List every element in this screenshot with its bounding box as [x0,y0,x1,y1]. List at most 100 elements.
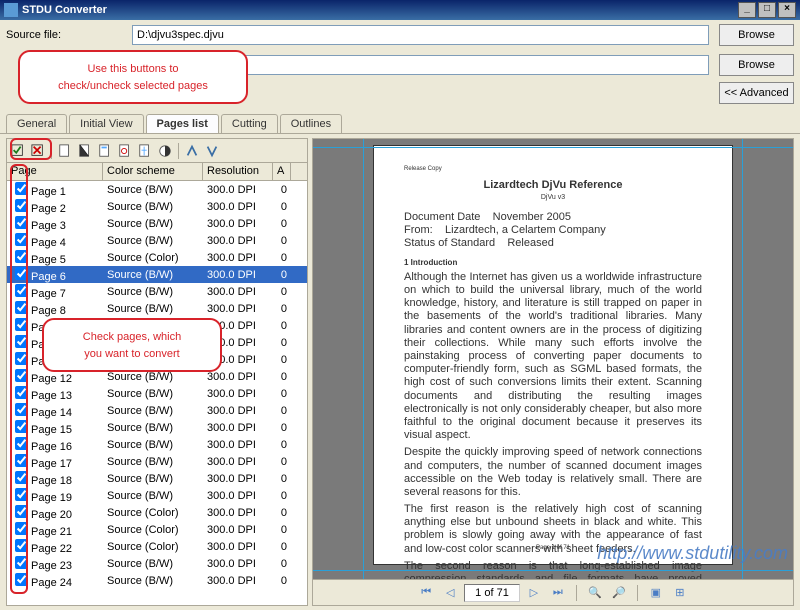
table-body[interactable]: Page 1Source (B/W)300.0 DPI0 Page 2 Source… [7,181,307,605]
row-angle: 0 [273,184,291,196]
preview-page: Release Copy Lizardtech DjVu Reference D… [373,145,733,565]
color-scheme-button[interactable] [76,142,94,160]
row-scheme: Source (B/W) [103,184,203,196]
page-info[interactable]: 1 of 71 [464,584,520,602]
col-angle[interactable]: A [273,163,291,180]
table-row[interactable]: Page 24Source (B/W)300.0 DPI0 [7,572,307,589]
browse-dest-button[interactable]: Browse [719,54,794,76]
table-row[interactable]: Page 1Source (B/W)300.0 DPI0 [7,181,307,198]
tabs: General Initial View Pages list Cutting … [0,114,800,134]
table-row[interactable]: Page 7Source (B/W)300.0 DPI0 [7,283,307,300]
row-angle: 0 [273,456,291,468]
first-page-button[interactable]: ⏮ [416,584,436,602]
row-scheme: Source (B/W) [103,439,203,451]
row-scheme: Source (B/W) [103,303,203,315]
row-scheme: Source (B/W) [103,422,203,434]
fit-width-button[interactable]: ⊞ [670,584,690,602]
row-scheme: Source (B/W) [103,371,203,383]
callout-check: Check pages, whichyou want to convert [42,318,222,372]
row-angle: 0 [273,252,291,264]
deskew-button[interactable] [136,142,154,160]
row-angle: 0 [273,558,291,570]
table-row[interactable]: Page 20Source (Color)300.0 DPI0 [7,504,307,521]
preview-viewport[interactable]: Release Copy Lizardtech DjVu Reference D… [313,139,793,579]
row-page: Page 22 [31,543,72,555]
row-resolution: 300.0 DPI [203,422,273,434]
table-row[interactable]: Page 16Source (B/W)300.0 DPI0 [7,436,307,453]
source-file-input[interactable] [132,25,709,45]
tab-general[interactable]: General [6,114,67,133]
angle-button[interactable] [116,142,134,160]
row-resolution: 300.0 DPI [203,371,273,383]
table-row[interactable]: Page 6Source (B/W)300.0 DPI0 [7,266,307,283]
table-row[interactable]: Page 13Source (B/W)300.0 DPI0 [7,385,307,402]
row-resolution: 300.0 DPI [203,201,273,213]
row-page: Page 2 [31,203,66,215]
table-row[interactable]: Page 19Source (B/W)300.0 DPI0 [7,487,307,504]
row-scheme: Source (B/W) [103,269,203,281]
app-icon [4,3,18,17]
row-angle: 0 [273,303,291,315]
tab-cutting[interactable]: Cutting [221,114,278,133]
last-page-button[interactable]: ⏭ [548,584,568,602]
tab-outlines[interactable]: Outlines [280,114,342,133]
table-row[interactable]: Page 21Source (Color)300.0 DPI0 [7,521,307,538]
row-scheme: Source (B/W) [103,490,203,502]
fit-page-button[interactable]: ▣ [646,584,666,602]
row-page: Page 20 [31,509,72,521]
table-row[interactable]: Page 3Source (B/W)300.0 DPI0 [7,215,307,232]
table-row[interactable]: Page 5Source (Color)300.0 DPI0 [7,249,307,266]
preview-navbar: ⏮ ◁ 1 of 71 ▷ ⏭ 🔍 🔎 ▣ ⊞ [313,579,793,605]
row-angle: 0 [273,490,291,502]
row-page: Page 5 [31,254,66,266]
zoom-in-button[interactable]: 🔎 [609,584,629,602]
row-resolution: 300.0 DPI [203,218,273,230]
tab-initial-view[interactable]: Initial View [69,114,143,133]
callout-toolbar: Use this buttons tocheck/uncheck selecte… [18,50,248,104]
table-row[interactable]: Page 4Source (B/W)300.0 DPI0 [7,232,307,249]
row-resolution: 300.0 DPI [203,541,273,553]
browse-source-button[interactable]: Browse [719,24,794,46]
row-scheme: Source (B/W) [103,558,203,570]
row-resolution: 300.0 DPI [203,524,273,536]
row-resolution: 300.0 DPI [203,405,273,417]
maximize-button[interactable]: □ [758,2,776,18]
row-page: Page 16 [31,441,72,453]
page-props-button[interactable] [56,142,74,160]
section-heading: 1 Introduction [404,258,702,268]
table-row[interactable]: Page 22Source (Color)300.0 DPI0 [7,538,307,555]
row-resolution: 300.0 DPI [203,558,273,570]
table-row[interactable]: Page 18Source (B/W)300.0 DPI0 [7,470,307,487]
move-down-button[interactable] [203,142,221,160]
table-row[interactable]: Page 8Source (B/W)300.0 DPI0 [7,300,307,317]
col-scheme[interactable]: Color scheme [103,163,203,180]
row-angle: 0 [273,473,291,485]
row-resolution: 300.0 DPI [203,507,273,519]
row-scheme: Source (B/W) [103,405,203,417]
row-scheme: Source (B/W) [103,218,203,230]
contrast-button[interactable] [156,142,174,160]
resolution-button[interactable] [96,142,114,160]
table-row[interactable]: Page 17Source (B/W)300.0 DPI0 [7,453,307,470]
pages-toolbar [7,139,307,163]
tab-pages-list[interactable]: Pages list [146,114,219,133]
row-scheme: Source (B/W) [103,473,203,485]
doc-meta: Document Date November 2005 From: Lizard… [404,211,702,251]
move-up-button[interactable] [183,142,201,160]
zoom-out-button[interactable]: 🔍 [585,584,605,602]
minimize-button[interactable]: _ [738,2,756,18]
row-scheme: Source (B/W) [103,201,203,213]
close-button[interactable]: × [778,2,796,18]
col-resolution[interactable]: Resolution [203,163,273,180]
table-row[interactable]: Page 2 Source (B/W)300.0 DPI0 [7,198,307,215]
next-page-button[interactable]: ▷ [524,584,544,602]
prev-page-button[interactable]: ◁ [440,584,460,602]
highlight-checkboxes [10,164,28,594]
advanced-toggle-button[interactable]: << Advanced [719,82,794,104]
watermark-url: http://www.stdutility.com [597,543,788,564]
row-angle: 0 [273,201,291,213]
table-row[interactable]: Page 14Source (B/W)300.0 DPI0 [7,402,307,419]
table-row[interactable]: Page 15Source (B/W)300.0 DPI0 [7,419,307,436]
row-scheme: Source (B/W) [103,286,203,298]
table-row[interactable]: Page 23Source (B/W)300.0 DPI0 [7,555,307,572]
